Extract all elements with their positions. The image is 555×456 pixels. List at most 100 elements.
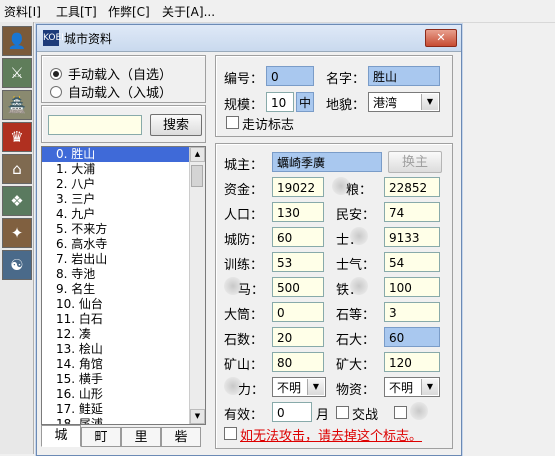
- list-item[interactable]: 7. 岩出山: [42, 252, 205, 267]
- stone-grade-label: 石等：: [336, 308, 376, 323]
- mine-field[interactable]: 80: [272, 352, 324, 372]
- number-field[interactable]: 0: [266, 66, 314, 86]
- attack-warning-link[interactable]: 如无法攻击，请去掉这个标志。: [240, 425, 422, 444]
- list-item[interactable]: 10. 仙台: [42, 297, 205, 312]
- list-item[interactable]: 2. 八户: [42, 177, 205, 192]
- radio-dot: [50, 85, 62, 98]
- general-portrait-icon[interactable]: 👤: [2, 26, 32, 56]
- menu-tools[interactable]: 工具[T]: [56, 3, 97, 20]
- visited-label: 走访标志: [242, 118, 295, 133]
- ninja-icon[interactable]: ☯: [2, 250, 32, 280]
- scroll-up-icon[interactable]: ▲: [190, 147, 205, 162]
- list-item[interactable]: 0. 胜山: [42, 147, 205, 162]
- village-icon[interactable]: ⌂: [2, 154, 32, 184]
- lord-field[interactable]: 蠣崎季廣: [272, 152, 382, 172]
- soldiers-field[interactable]: 9133: [384, 227, 440, 247]
- power-label: 力：: [238, 383, 265, 398]
- attack-flag-checkbox[interactable]: [224, 427, 237, 440]
- goods-select[interactable]: 不明 ▼: [384, 377, 440, 397]
- horses-label: 马：: [238, 283, 265, 298]
- security-field[interactable]: 74: [384, 202, 440, 222]
- name-field[interactable]: 胜山: [368, 66, 440, 86]
- list-item[interactable]: 4. 九户: [42, 207, 205, 222]
- list-item[interactable]: 11. 白石: [42, 312, 205, 327]
- cannons-field[interactable]: 0: [272, 302, 324, 322]
- power-value: 不明: [277, 381, 302, 395]
- scale-unit: 中: [296, 92, 314, 112]
- terrain-select[interactable]: 港湾 ▼: [368, 92, 440, 112]
- tab-fort[interactable]: 砦: [161, 427, 201, 447]
- close-button[interactable]: ✕: [425, 29, 457, 47]
- stone-count-field[interactable]: 20: [272, 327, 324, 347]
- search-input[interactable]: [48, 115, 142, 135]
- scroll-thumb[interactable]: [191, 165, 203, 187]
- manual-load-radio[interactable]: 手动载入（自选）: [50, 64, 172, 83]
- stone-grade-field[interactable]: 3: [384, 302, 440, 322]
- list-item[interactable]: 18. 尾浦: [42, 417, 205, 424]
- item-icon[interactable]: ✦: [2, 218, 32, 248]
- search-button[interactable]: 搜索: [150, 114, 202, 136]
- number-label: 编号：: [224, 72, 264, 87]
- funds-field[interactable]: 19022: [272, 177, 324, 197]
- army-icon[interactable]: ⚔: [2, 58, 32, 88]
- list-item[interactable]: 15. 横手: [42, 372, 205, 387]
- war-label: 交战: [352, 408, 379, 423]
- app-icon: KOEI: [43, 30, 64, 46]
- menu-data[interactable]: 资料[I]: [4, 3, 41, 20]
- horses-field[interactable]: 500: [272, 277, 324, 297]
- population-field[interactable]: 130: [272, 202, 324, 222]
- list-item[interactable]: 8. 寺池: [42, 267, 205, 282]
- scroll-down-icon[interactable]: ▼: [190, 409, 205, 424]
- window-title: 城市资料: [64, 32, 113, 46]
- extra-checkbox[interactable]: [394, 406, 407, 419]
- valid-unit: 月: [316, 408, 330, 423]
- menu-about[interactable]: 关于[A]...: [162, 3, 215, 20]
- tab-town[interactable]: 町: [81, 427, 121, 447]
- list-item[interactable]: 14. 角馆: [42, 357, 205, 372]
- list-item[interactable]: 6. 高水寺: [42, 237, 205, 252]
- stone-max-label: 石大：: [336, 333, 376, 348]
- goods-value: 不明: [389, 381, 414, 395]
- stone-max-field[interactable]: 60: [384, 327, 440, 347]
- list-item[interactable]: 17. 鲑延: [42, 402, 205, 417]
- chevron-down-icon: ▼: [307, 379, 324, 395]
- scale-field[interactable]: 10: [266, 92, 294, 112]
- list-item[interactable]: 1. 大浦: [42, 162, 205, 177]
- security-label: 民安：: [336, 208, 376, 223]
- city-list[interactable]: 0. 胜山 1. 大浦 2. 八户 3. 三户 4. 九户 5. 不来方 6. 高水寺 7. …: [41, 146, 206, 425]
- food-field[interactable]: 22852: [384, 177, 440, 197]
- load-mode-group: 手动载入（自选） 自动载入（入城）: [41, 55, 206, 103]
- auto-load-radio[interactable]: 自动载入（入城）: [50, 82, 172, 101]
- change-lord-button[interactable]: 换主: [388, 151, 442, 173]
- clan-icon[interactable]: ♛: [2, 122, 32, 152]
- funds-label: 资金：: [224, 183, 264, 198]
- power-select[interactable]: 不明 ▼: [272, 377, 326, 397]
- map-icon[interactable]: ❖: [2, 186, 32, 216]
- scale-label: 规模：: [224, 98, 264, 113]
- city-stats-group: 城主： 蠣崎季廣 换主 资金： 19022 粮： 22852 人口： 130 民…: [215, 143, 453, 449]
- guns-field[interactable]: 100: [384, 277, 440, 297]
- mine-max-field[interactable]: 120: [384, 352, 440, 372]
- food-label: 粮：: [346, 183, 373, 198]
- visited-checkbox[interactable]: [226, 116, 239, 129]
- menu-bar: 资料[I] 工具[T] 作弊[C] 关于[A]...: [0, 0, 555, 23]
- stone-count-label: 石数：: [224, 333, 264, 348]
- tab-village[interactable]: 里: [121, 427, 161, 447]
- training-field[interactable]: 53: [272, 252, 324, 272]
- blur-icon: [410, 402, 428, 420]
- list-item[interactable]: 5. 不来方: [42, 222, 205, 237]
- defense-field[interactable]: 60: [272, 227, 324, 247]
- morale-field[interactable]: 54: [384, 252, 440, 272]
- menu-cheat[interactable]: 作弊[C]: [108, 3, 150, 20]
- list-item[interactable]: 16. 山形: [42, 387, 205, 402]
- castle-icon[interactable]: 🏯: [2, 90, 32, 120]
- list-scrollbar[interactable]: ▲ ▼: [189, 147, 205, 424]
- valid-field[interactable]: 0: [272, 402, 312, 422]
- city-data-window: KOEI 城市资料 ✕ 手动载入（自选） 自动载入（入城） 搜索 0. 胜山 1.…: [36, 24, 462, 456]
- list-item[interactable]: 9. 名生: [42, 282, 205, 297]
- list-item[interactable]: 13. 桧山: [42, 342, 205, 357]
- tab-castle[interactable]: 城: [41, 425, 81, 447]
- war-checkbox[interactable]: [336, 406, 349, 419]
- list-item[interactable]: 12. 凑: [42, 327, 205, 342]
- list-item[interactable]: 3. 三户: [42, 192, 205, 207]
